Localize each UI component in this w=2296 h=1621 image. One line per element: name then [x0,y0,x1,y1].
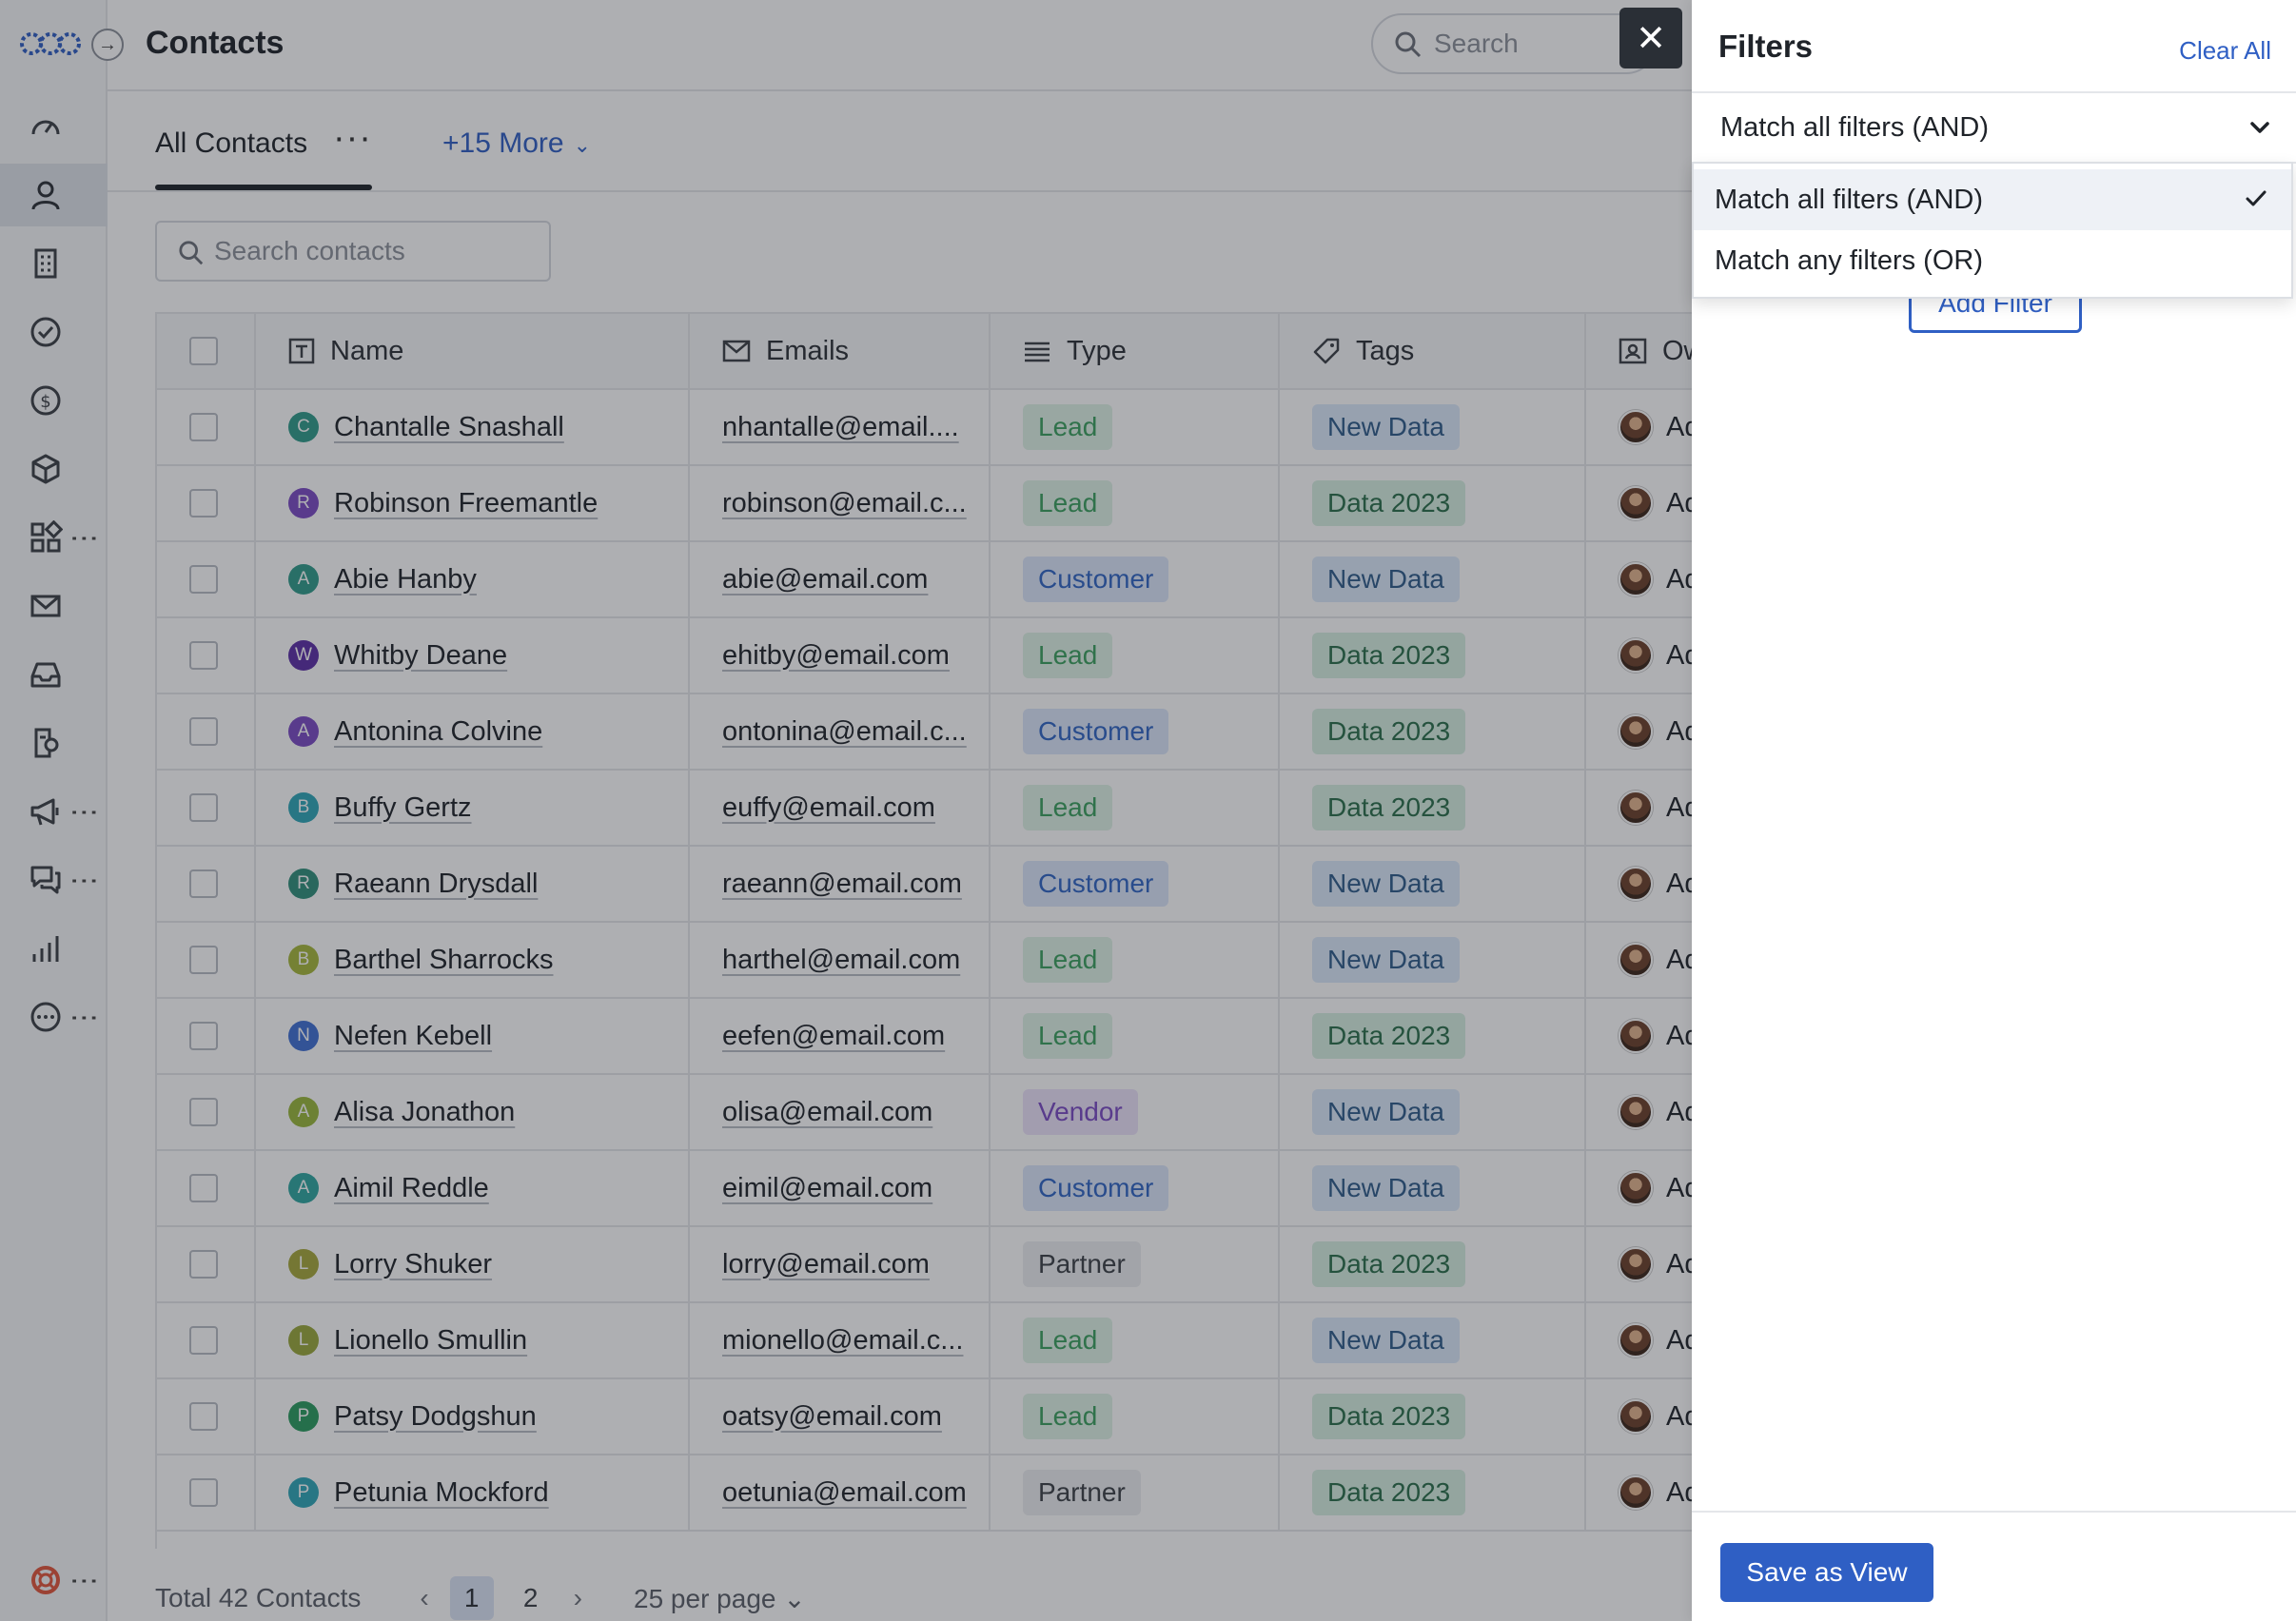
match-mode-select[interactable]: Match all filters (AND) [1692,93,2296,164]
checkmark-icon [2246,190,2267,206]
chevron-down-icon [2250,122,2269,133]
filters-panel: Filters Clear All Match all filters (AND… [1692,0,2296,1621]
clear-all-button[interactable]: Clear All [2179,36,2271,66]
option-match-all-label: Match all filters (AND) [1715,184,1983,215]
match-mode-value: Match all filters (AND) [1720,111,1989,143]
filters-title: Filters [1718,29,1814,64]
option-match-all[interactable]: Match all filters (AND) [1694,169,2291,230]
match-mode-dropdown: Match all filters (AND) Match any filter… [1692,162,2293,299]
option-match-any-label: Match any filters (OR) [1715,244,1983,276]
close-icon: ✕ [1636,18,1666,59]
save-as-view-button[interactable]: Save as View [1720,1543,1933,1602]
divider [1692,1511,2296,1513]
option-match-any[interactable]: Match any filters (OR) [1694,230,2291,291]
modal-backdrop[interactable] [0,0,1692,1621]
close-filters-button[interactable]: ✕ [1619,8,1682,68]
